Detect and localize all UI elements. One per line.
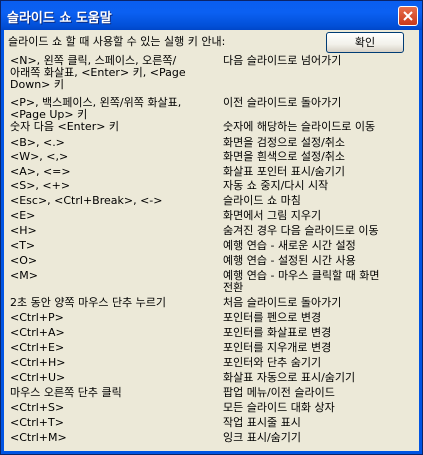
shortcut-key: <B>, <.> (10, 136, 65, 149)
shortcut-description: 자동 쇼 중지/다시 시작 (223, 179, 329, 192)
shortcut-description: 숨겨진 경우 다음 슬라이드로 이동 (223, 224, 379, 237)
shortcut-key: <N>, 왼쪽 클릭, 스페이스, 오른쪽/ 아래쪽 화살표, <Enter> … (10, 54, 186, 91)
shortcut-key: <Ctrl+S> (10, 401, 65, 414)
shortcut-key: 숫자 다음 <Enter> 키 (10, 120, 120, 133)
shortcut-description: 포인터와 단추 숨기기 (223, 356, 322, 369)
shortcut-description: 화면을 검정으로 설정/취소 (223, 136, 346, 149)
shortcut-description: 포인터를 펜으로 변경 (223, 311, 322, 324)
title-bar[interactable]: 슬라이드 쇼 도움말 (1, 1, 422, 30)
shortcut-key: <A>, <=> (10, 165, 71, 178)
shortcut-description: 화살표 자동으로 표시/숨기기 (223, 371, 356, 384)
shortcut-key: <Ctrl+M> (10, 431, 67, 444)
shortcut-key: <W>, <,> (10, 150, 69, 163)
shortcut-description: 작업 표시줄 표시 (223, 416, 301, 429)
shortcut-description: 팝업 메뉴/이전 슬라이드 (223, 386, 335, 399)
shortcut-key: <Ctrl+T> (10, 416, 64, 429)
shortcut-key: <S>, <+> (10, 179, 71, 192)
shortcut-description: 예행 연습 - 마우스 클릭할 때 화면 전환 (223, 269, 380, 294)
dialog-body: 슬라이드 쇼 할 때 사용할 수 있는 실행 키 안내: 확인 <N>, 왼쪽 … (4, 30, 419, 451)
shortcut-description: 예행 연습 - 새로운 시간 설정 (223, 239, 356, 252)
slideshow-help-dialog: 슬라이드 쇼 도움말 슬라이드 쇼 할 때 사용할 수 있는 실행 키 안내: … (0, 0, 423, 455)
window-title: 슬라이드 쇼 도움말 (7, 11, 112, 26)
shortcut-description: 모든 슬라이드 대화 상자 (223, 401, 335, 414)
shortcut-key: <Ctrl+E> (10, 341, 65, 354)
shortcut-description: 잉크 표시/숨기기 (223, 431, 302, 444)
shortcut-description: 다음 슬라이드로 넘어가기 (223, 54, 342, 67)
intro-text: 슬라이드 쇼 할 때 사용할 수 있는 실행 키 안내: (8, 35, 226, 48)
close-icon (403, 11, 413, 21)
shortcut-key: <E> (10, 209, 36, 222)
shortcut-key: <Ctrl+H> (10, 356, 66, 369)
shortcut-key: <Ctrl+P> (10, 311, 64, 324)
shortcut-key: <M> (10, 269, 38, 282)
shortcut-description: 숫자에 해당하는 슬라이드로 이동 (223, 120, 376, 133)
shortcut-key: <H> (10, 224, 37, 237)
shortcut-description: 이전 슬라이드로 돌아가기 (223, 96, 342, 109)
shortcut-description: 포인터를 화살표로 변경 (223, 326, 332, 339)
shortcut-key: <Ctrl+A> (10, 326, 65, 339)
shortcut-key: <O> (10, 254, 38, 267)
shortcut-description: 포인터를 지우개로 변경 (223, 341, 332, 354)
shortcut-description: 화면에서 그림 지우기 (223, 209, 322, 222)
ok-button[interactable]: 확인 (326, 32, 404, 53)
shortcut-key: <Ctrl+U> (10, 371, 66, 384)
shortcut-key: <Esc>, <Ctrl+Break>, <-> (10, 194, 163, 207)
shortcut-key: 마우스 오른쪽 단추 클릭 (10, 386, 122, 399)
shortcut-description: 화살표 포인터 표시/숨기기 (223, 165, 346, 178)
shortcut-description: 화면을 흰색으로 설정/취소 (223, 150, 346, 163)
shortcut-key: <T> (10, 239, 36, 252)
shortcut-description: 예행 연습 - 설정된 시간 사용 (223, 254, 356, 267)
shortcut-description: 슬라이드 쇼 마침 (223, 194, 301, 207)
close-button[interactable] (398, 6, 418, 26)
shortcut-description: 처음 슬라이드로 돌아가기 (223, 296, 342, 309)
shortcut-key: <P>, 백스페이스, 왼쪽/위쪽 화살표, <Page Up> 키 (10, 96, 182, 121)
shortcut-key: 2초 동안 양쪽 마우스 단추 누르기 (10, 296, 167, 309)
